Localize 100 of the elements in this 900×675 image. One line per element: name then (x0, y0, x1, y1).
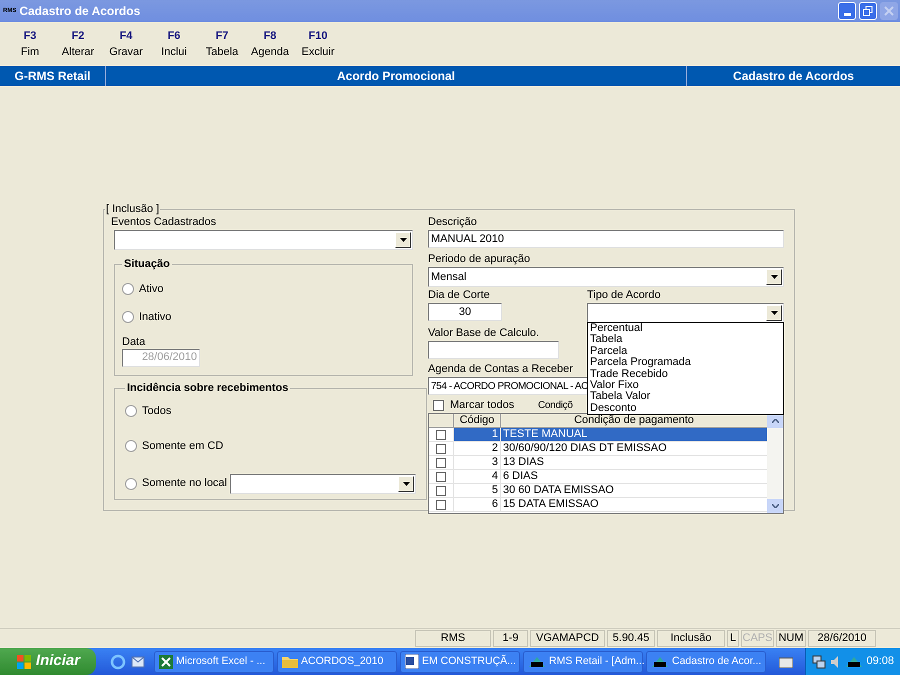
status-cell: NUM (776, 630, 806, 647)
location-combo[interactable] (230, 474, 416, 494)
status-cell: 28/6/2010 (808, 630, 876, 647)
radio-button[interactable] (125, 478, 137, 490)
app-icon (845, 656, 862, 668)
header-text: Acordo Promocional (106, 66, 687, 86)
spreadsheet-icon (159, 654, 173, 668)
field-label: Tipo de Acordo (587, 288, 661, 302)
dropdown-button[interactable] (766, 305, 782, 321)
browser-icon[interactable] (110, 654, 126, 670)
table-row[interactable]: 6 15 DATA EMISSAO (454, 498, 767, 511)
row-checkbox[interactable] (436, 444, 446, 454)
dropdown-button[interactable] (395, 232, 411, 248)
scroll-up-button[interactable] (767, 414, 783, 428)
restore-icon (863, 6, 873, 16)
start-button[interactable]: Iniciar (0, 648, 96, 675)
minimize-icon (844, 13, 850, 16)
status-cell: CAPS (741, 630, 774, 647)
events-combo[interactable] (114, 230, 413, 250)
dropdown-option[interactable]: Desconto (590, 402, 783, 414)
radio-label: Ativo (139, 282, 164, 296)
scroll-down-button[interactable] (767, 499, 783, 513)
caret-icon (770, 275, 778, 279)
taskbar-button[interactable]: Microsoft Excel - ... (154, 650, 274, 672)
cutoff-day-field[interactable]: 30 (428, 303, 502, 321)
network-icon (812, 654, 826, 668)
table-cell: 1 (454, 428, 501, 441)
radio-label: Somente em CD (142, 439, 224, 454)
checkbox-label: Marcar todos (450, 398, 516, 413)
radio-label: Todos (142, 404, 172, 418)
field-label: Valor Base de Calculo. (428, 326, 540, 340)
radio-button[interactable] (125, 404, 137, 417)
dropdown-button[interactable] (398, 476, 414, 492)
toolbar-button[interactable]: F2 Alterar (54, 28, 102, 60)
dropdown-option[interactable]: Parcela Programada (590, 357, 783, 369)
table-cell: 6 (454, 498, 501, 511)
dropdown-button[interactable] (766, 269, 782, 285)
table-row[interactable]: 2 30/60/90/120 DIAS DT EMISSAO (454, 442, 767, 455)
status-cell: VGAMAPCD (530, 630, 605, 647)
row-checkbox[interactable] (436, 430, 446, 440)
checkbox[interactable] (433, 400, 444, 410)
agreement-type-combo[interactable] (587, 303, 784, 323)
taskbar-button[interactable]: ACORDOS_2010 (277, 650, 397, 672)
minimize-button[interactable] (838, 2, 856, 20)
toolbar-button[interactable]: F7 Tabela (198, 28, 246, 60)
toolbar-button[interactable]: F6 Inclui (150, 28, 198, 60)
column-header[interactable]: Código (454, 414, 501, 427)
dropdown-option[interactable]: Valor Fixo (590, 380, 783, 392)
table-cell: 4 (454, 470, 501, 483)
close-icon (884, 6, 894, 16)
toolbar-button[interactable]: F4 Gravar (102, 28, 150, 60)
taskbar-button[interactable]: EM CONSTRUÇÃ... (400, 650, 520, 672)
dropdown-option[interactable]: Parcela (590, 346, 783, 358)
group-title: Situação (123, 257, 171, 272)
group-title: [ Inclusão ] (105, 203, 160, 215)
table-cell-text: TESTE MANUAL (502, 428, 588, 441)
radio-button[interactable] (122, 282, 134, 295)
taskbar-button[interactable]: Cadastro de Acor... (646, 650, 766, 672)
app-icon (651, 656, 669, 668)
field-label: Data (122, 334, 146, 348)
row-checkbox[interactable] (436, 500, 446, 510)
radio-button[interactable] (122, 311, 134, 324)
toolbar-button[interactable]: F8 Agenda (246, 28, 294, 60)
field-label: Agenda de Contas a Receber (428, 362, 573, 376)
dropdown-option[interactable]: Trade Recebido (590, 368, 783, 380)
document-icon (405, 654, 419, 669)
table-row[interactable]: 1 TESTE MANUAL (454, 428, 767, 441)
dropdown-option[interactable]: Percentual (590, 323, 783, 334)
row-checkbox[interactable] (436, 486, 446, 496)
envelope-icon[interactable] (130, 654, 146, 670)
taskbar-button[interactable]: RMS Retail - [Adm... (523, 650, 643, 672)
period-combo[interactable]: Mensal (428, 267, 784, 287)
table-cell: 3 (454, 456, 501, 469)
base-value-field[interactable] (428, 341, 559, 359)
folder-icon (282, 655, 298, 668)
caret-icon (400, 238, 406, 242)
group-title: Incidência sobre recebimentos (126, 381, 290, 396)
radio-button[interactable] (125, 440, 137, 452)
column-header[interactable]: Condição de pagamento (501, 414, 767, 427)
field-label: Eventos Cadastrados (111, 215, 216, 229)
row-checkbox[interactable] (436, 472, 446, 482)
table-row[interactable]: 3 13 DIAS (454, 456, 767, 469)
table-cell-text: 30 60 DATA EMISSAO (502, 484, 615, 497)
dropdown-option[interactable]: Tabela (590, 334, 783, 346)
description-field[interactable]: MANUAL 2010 (428, 230, 784, 248)
field-label: Descrição (428, 215, 477, 229)
toolbar-button[interactable]: F3 Fim (6, 28, 54, 60)
dropdown-option[interactable]: Tabela Valor (590, 391, 783, 403)
field-label: Condiçõ (538, 398, 573, 412)
table-row[interactable]: 4 6 DIAS (454, 470, 767, 483)
caret-icon (402, 482, 410, 486)
restore-button[interactable] (859, 2, 877, 20)
table-cell: 2 (454, 442, 501, 455)
row-checkbox[interactable] (436, 458, 446, 468)
radio-label: Somente no local (142, 476, 227, 492)
status-cell: RMS (415, 630, 491, 647)
table-row[interactable]: 5 30 60 DATA EMISSAO (454, 484, 767, 497)
toolbar-button[interactable]: F10 Excluir (294, 28, 342, 60)
table-cell-text: 15 DATA EMISSAO (502, 498, 600, 511)
table-cell-text: 30/60/90/120 DIAS DT EMISSAO (502, 442, 668, 455)
